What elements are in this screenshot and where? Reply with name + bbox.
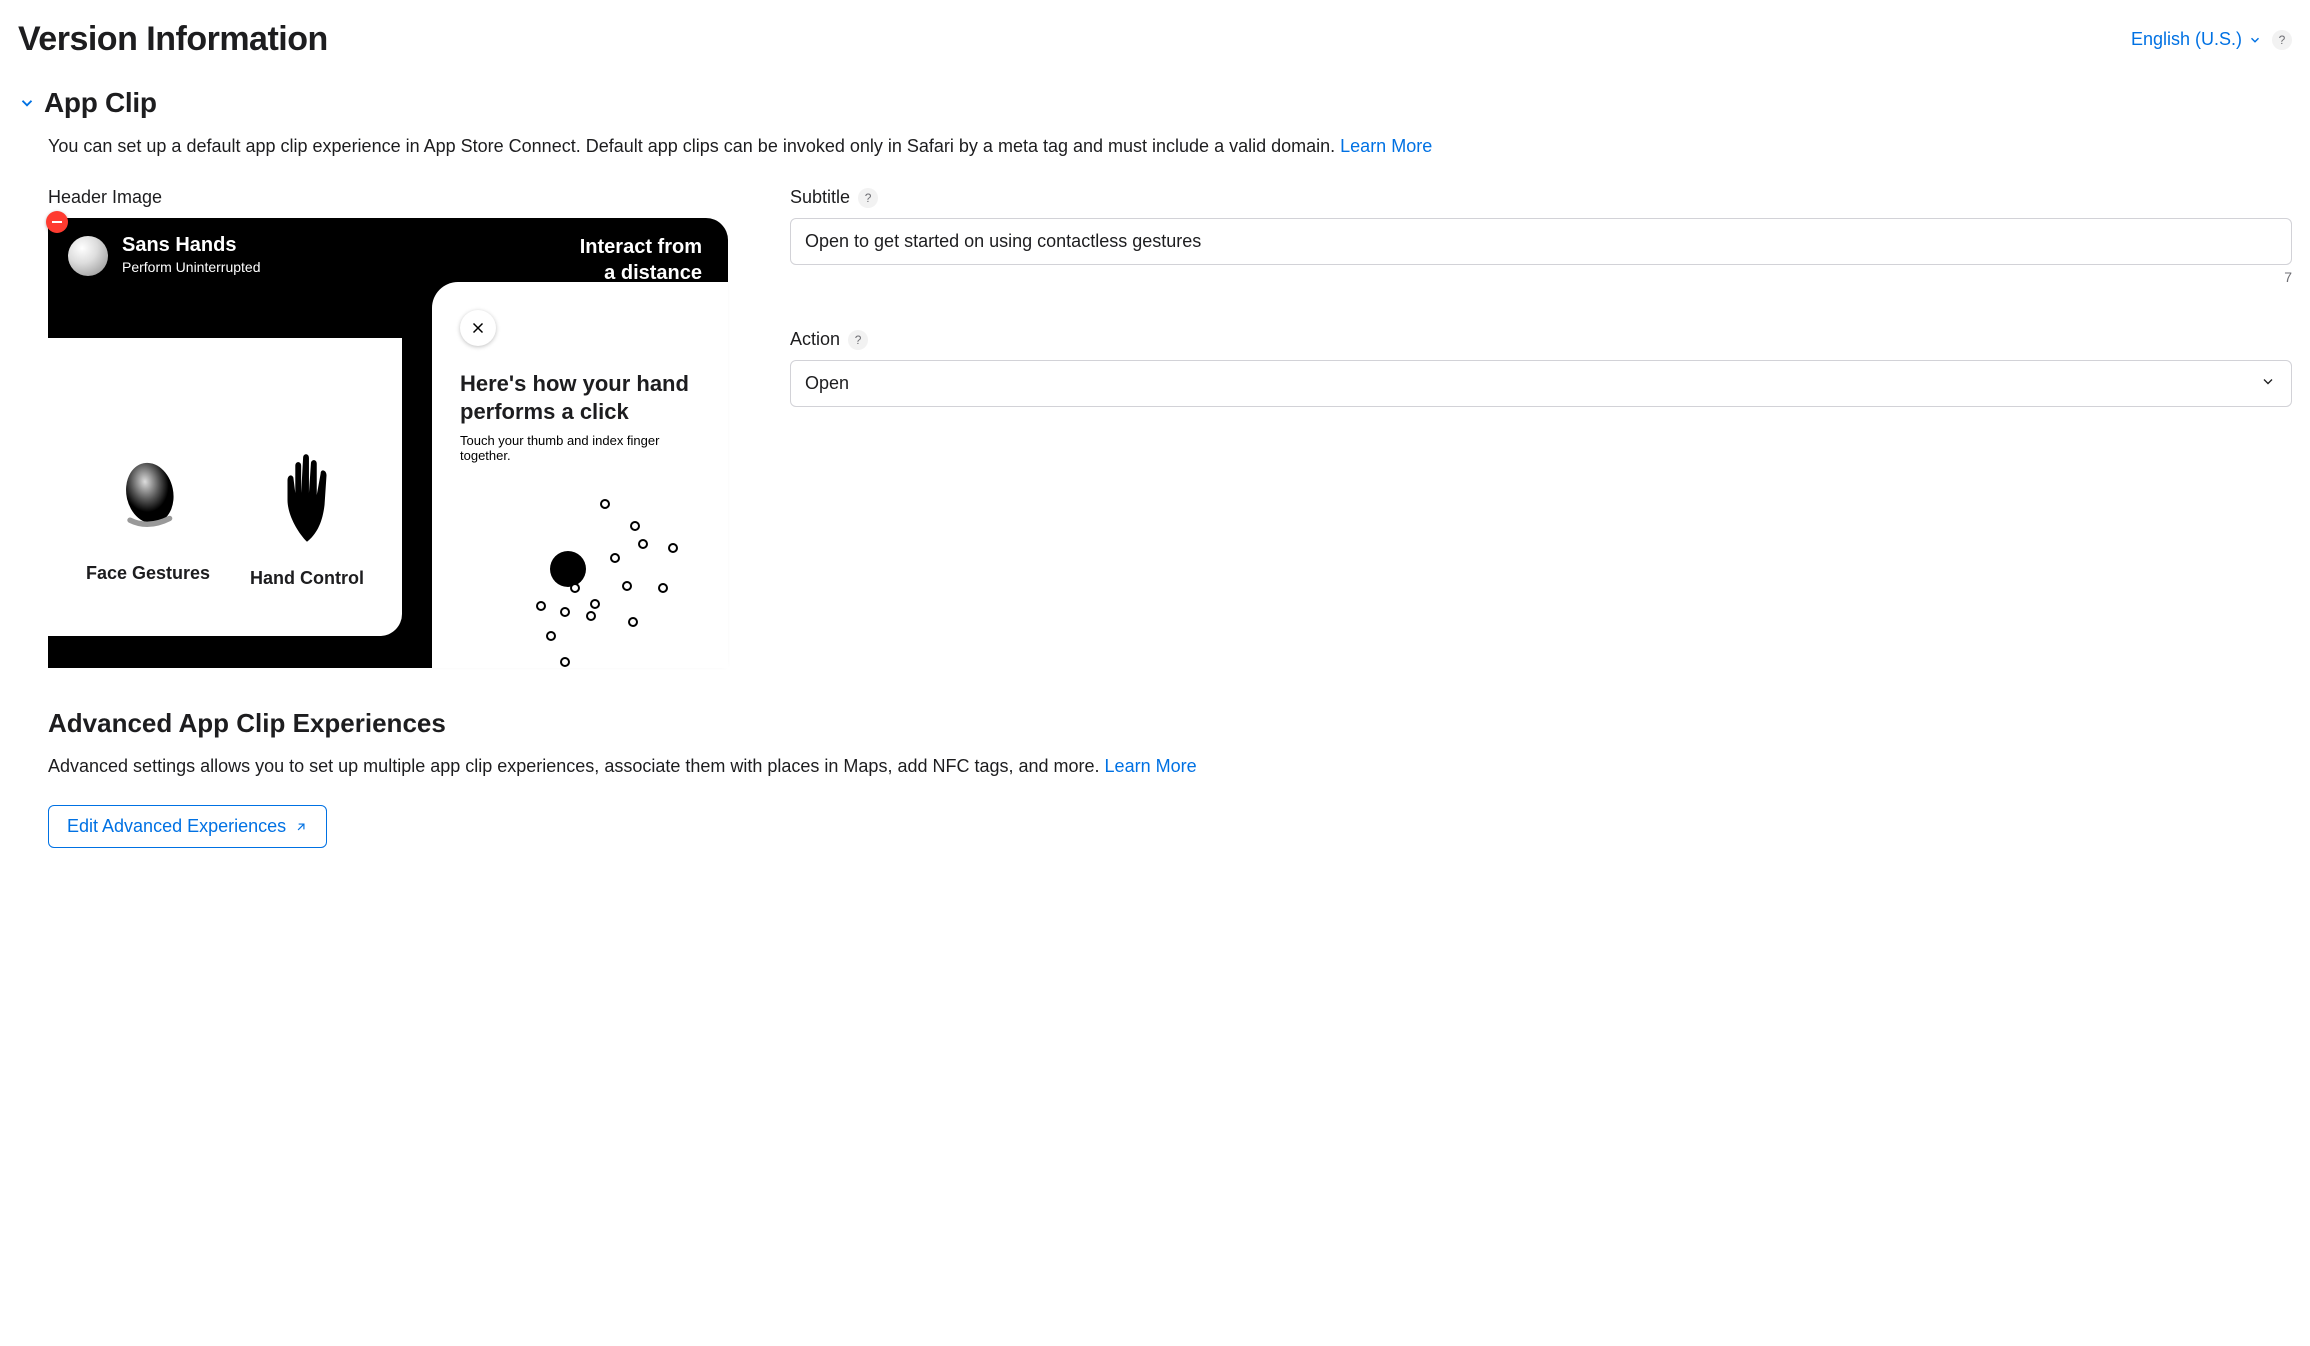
panel-subtext: Touch your thumb and index finger togeth… <box>460 433 706 463</box>
language-label: English (U.S.) <box>2131 29 2242 50</box>
learn-more-link[interactable]: Learn More <box>1340 136 1432 156</box>
face-gestures-label: Face Gestures <box>86 563 210 584</box>
advanced-description: Advanced settings allows you to set up m… <box>48 753 2292 779</box>
header-image-label: Header Image <box>48 187 162 208</box>
header-image-preview[interactable]: Sans Hands Perform Uninterrupted Interac… <box>48 218 728 668</box>
help-icon[interactable]: ? <box>848 330 868 350</box>
action-label: Action <box>790 329 840 350</box>
gesture-diagram <box>460 481 706 681</box>
face-gesture-icon <box>103 450 193 540</box>
remove-image-button[interactable] <box>46 211 68 233</box>
preview-app-name: Sans Hands <box>122 234 261 257</box>
learn-more-link[interactable]: Learn More <box>1105 756 1197 776</box>
app-clip-description: You can set up a default app clip experi… <box>48 133 2292 159</box>
app-icon <box>68 236 108 276</box>
help-icon[interactable]: ? <box>2272 30 2292 50</box>
help-icon[interactable]: ? <box>858 188 878 208</box>
disclosure-chevron-icon[interactable] <box>18 94 36 112</box>
subtitle-input[interactable] <box>790 218 2292 265</box>
chevron-down-icon <box>2248 33 2262 47</box>
edit-advanced-button-label: Edit Advanced Experiences <box>67 816 286 837</box>
close-icon <box>460 310 496 346</box>
subtitle-char-remaining: 7 <box>790 269 2292 285</box>
action-select[interactable]: Open <box>790 360 2292 407</box>
preview-app-subtitle: Perform Uninterrupted <box>122 259 261 275</box>
advanced-description-text: Advanced settings allows you to set up m… <box>48 756 1105 776</box>
hand-control-label: Hand Control <box>250 568 364 589</box>
external-link-icon <box>294 820 308 834</box>
language-select[interactable]: English (U.S.) <box>2131 29 2262 50</box>
subtitle-label: Subtitle <box>790 187 850 208</box>
panel-heading: Here's how your hand performs a click <box>460 370 690 425</box>
app-clip-description-text: You can set up a default app clip experi… <box>48 136 1340 156</box>
page-title: Version Information <box>18 20 328 59</box>
hand-control-icon <box>268 445 346 545</box>
edit-advanced-experiences-button[interactable]: Edit Advanced Experiences <box>48 805 327 848</box>
tagline-line-1: Interact from <box>580 234 702 260</box>
advanced-section-title: Advanced App Clip Experiences <box>48 708 2292 739</box>
section-title-app-clip: App Clip <box>44 87 157 119</box>
